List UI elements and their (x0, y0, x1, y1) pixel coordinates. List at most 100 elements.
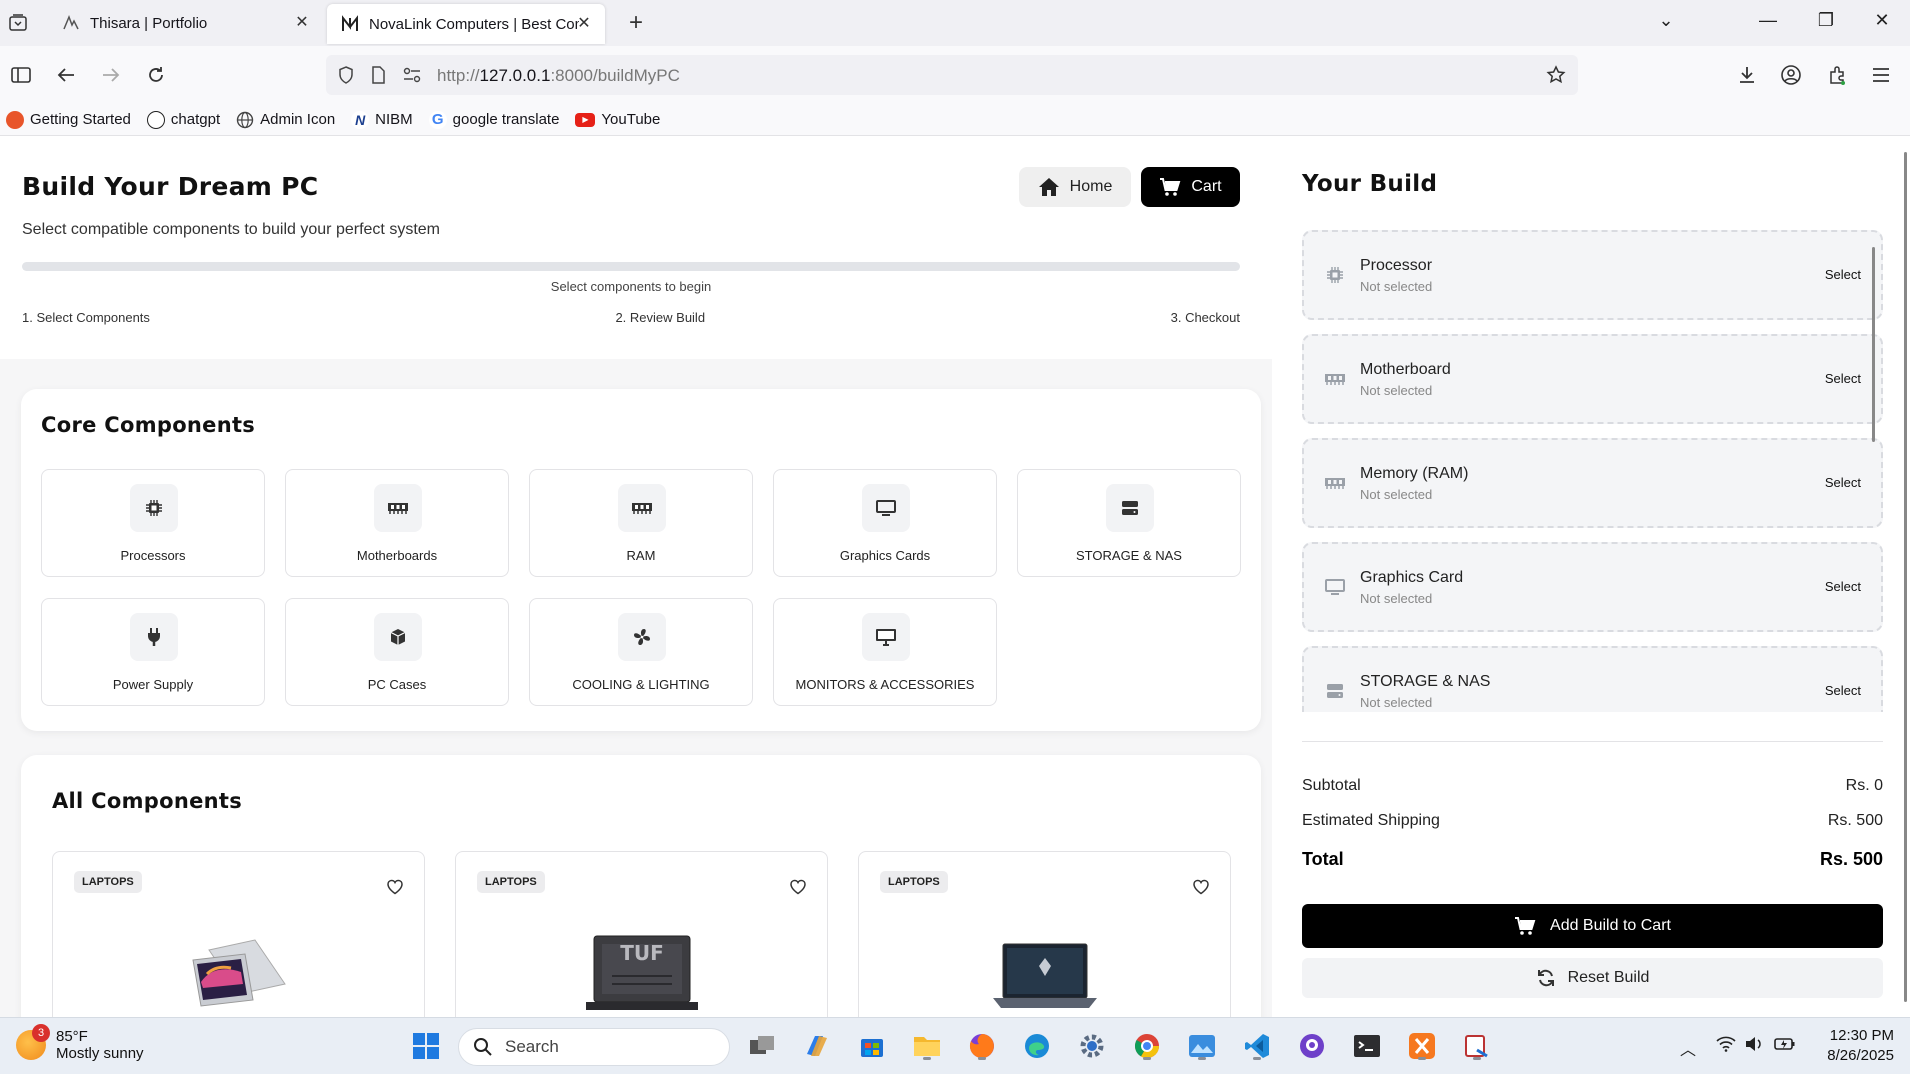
build-slot-processor[interactable]: Processor Not selected Select (1302, 230, 1883, 320)
slot-select-button[interactable]: Select (1825, 475, 1861, 490)
build-slot-storage[interactable]: STORAGE & NAS Not selected Select (1302, 646, 1883, 712)
battery-icon[interactable] (1774, 1036, 1796, 1057)
slot-select-button[interactable]: Select (1825, 579, 1861, 594)
build-slot-motherboard[interactable]: Motherboard Not selected Select (1302, 334, 1883, 424)
running-indicator (978, 1057, 986, 1060)
vscode-icon[interactable] (1241, 1030, 1273, 1062)
slot-name: Motherboard (1360, 361, 1451, 378)
start-button-icon[interactable] (410, 1030, 442, 1062)
system-clock[interactable]: 12:30 PM 8/26/2025 (1812, 1026, 1894, 1066)
task-view-icon[interactable] (746, 1030, 778, 1062)
build-slot-list[interactable]: Processor Not selected Select Motherboar… (1302, 230, 1883, 712)
category-monitors-accessories[interactable]: MONITORS & ACCESSORIES (773, 598, 997, 706)
reset-build-label: Reset Build (1567, 969, 1650, 986)
bookmark-chatgpt[interactable]: chatgpt (146, 110, 220, 129)
category-graphics-cards[interactable]: Graphics Cards (773, 469, 997, 577)
category-ram[interactable]: RAM (529, 469, 753, 577)
cart-button[interactable]: Cart (1141, 167, 1240, 207)
bookmark-nibm[interactable]: N NIBM (351, 110, 413, 129)
heart-icon[interactable] (386, 878, 404, 896)
photos-icon[interactable] (1186, 1030, 1218, 1062)
edge-icon[interactable] (1021, 1030, 1053, 1062)
bookmark-google-translate[interactable]: Ggoogle translate (428, 110, 559, 129)
slot-select-button[interactable]: Select (1825, 371, 1861, 386)
add-build-label: Add Build to Cart (1550, 917, 1671, 934)
build-slot-memory[interactable]: Memory (RAM) Not selected Select (1302, 438, 1883, 528)
bookmark-admin-icon[interactable]: Admin Icon (236, 111, 335, 129)
reload-icon[interactable] (143, 62, 169, 88)
category-label: Graphics Cards (839, 548, 931, 563)
product-card[interactable]: LAPTOPS (52, 851, 425, 1017)
volume-icon[interactable] (1744, 1036, 1764, 1057)
account-icon[interactable] (1778, 62, 1804, 88)
bookmark-star-icon[interactable] (1546, 65, 1566, 85)
permissions-icon[interactable] (402, 65, 422, 85)
file-explorer-icon[interactable] (911, 1030, 943, 1062)
category-processors[interactable]: Processors (41, 469, 265, 577)
shipping-value: Rs. 500 (1827, 812, 1883, 829)
shipping-label: Estimated Shipping (1302, 812, 1440, 829)
tab-title: Thisara | Portfolio (90, 14, 208, 32)
settings-icon[interactable] (1076, 1030, 1108, 1062)
url-text[interactable]: http://127.0.0.1:8000/buildMyPC (437, 66, 680, 86)
heart-icon[interactable] (789, 878, 807, 896)
url-bar[interactable]: http://127.0.0.1:8000/buildMyPC (326, 55, 1578, 95)
page-scrollbar[interactable] (1904, 152, 1907, 1002)
window-close-icon[interactable]: ✕ (1870, 10, 1894, 31)
back-icon[interactable] (53, 62, 79, 88)
bookmark-youtube[interactable]: ▶ YouTube (575, 111, 660, 128)
bookmark-label: Admin Icon (260, 111, 336, 128)
terminal-icon[interactable] (1351, 1030, 1383, 1062)
firefox-icon (6, 110, 24, 129)
firefox-icon[interactable] (966, 1030, 998, 1062)
microsoft-store-icon[interactable] (856, 1030, 888, 1062)
shield-icon[interactable] (336, 65, 356, 85)
weather-widget[interactable]: 3 85°F Mostly sunny (16, 1024, 144, 1062)
subtotal-label: Subtotal (1302, 777, 1361, 794)
product-card[interactable]: LAPTOPS TUF (455, 851, 828, 1017)
github-desktop-icon[interactable] (1296, 1030, 1328, 1062)
show-hidden-icons-chevron-icon[interactable]: ︿ (1680, 1036, 1696, 1060)
restore-icon[interactable]: ❐ (1814, 10, 1838, 31)
tab-portfolio[interactable]: Thisara | Portfolio ✕ (48, 0, 323, 46)
slot-select-button[interactable]: Select (1825, 683, 1861, 698)
slot-list-scrollbar[interactable] (1872, 247, 1875, 442)
minimize-icon[interactable]: — (1756, 10, 1780, 31)
slot-status: Not selected (1360, 279, 1433, 294)
extensions-icon[interactable] (1824, 62, 1850, 88)
heart-icon[interactable] (1192, 878, 1210, 896)
category-pc-cases[interactable]: PC Cases (285, 598, 509, 706)
tab-novalink[interactable]: NovaLink Computers | Best Computer Store… (327, 4, 605, 44)
chrome-icon[interactable] (1131, 1030, 1163, 1062)
tab-overflow-chevron-icon[interactable]: ⌄ (1654, 10, 1678, 31)
downloads-icon[interactable] (1734, 62, 1760, 88)
total-value: Rs. 500 (1819, 849, 1883, 869)
menu-icon[interactable] (1868, 62, 1894, 88)
slot-status: Not selected (1360, 383, 1433, 398)
product-card[interactable]: LAPTOPS (858, 851, 1231, 1017)
page-icon[interactable] (368, 65, 388, 85)
wifi-icon[interactable] (1716, 1036, 1736, 1057)
forward-icon[interactable] (98, 62, 124, 88)
bookmark-label: NIBM (375, 111, 413, 128)
sidebar-toggle-icon[interactable] (8, 62, 34, 88)
taskbar-search[interactable]: Search (458, 1028, 730, 1066)
build-slot-graphics-card[interactable]: Graphics Card Not selected Select (1302, 542, 1883, 632)
category-storage-nas[interactable]: STORAGE & NAS (1017, 469, 1241, 577)
tab-list-icon[interactable] (8, 13, 28, 33)
category-cooling-lighting[interactable]: COOLING & LIGHTING (529, 598, 753, 706)
category-motherboards[interactable]: Motherboards (285, 469, 509, 577)
slot-select-button[interactable]: Select (1825, 267, 1861, 282)
close-tab-icon[interactable]: ✕ (575, 15, 593, 33)
category-power-supply[interactable]: Power Supply (41, 598, 265, 706)
category-label: STORAGE & NAS (1076, 548, 1182, 563)
xampp-icon[interactable] (1406, 1030, 1438, 1062)
new-tab-icon[interactable]: + (624, 11, 648, 35)
close-tab-icon[interactable]: ✕ (293, 14, 311, 32)
reset-build-button[interactable]: Reset Build (1302, 958, 1883, 998)
bookmark-getting-started[interactable]: Getting Started (6, 110, 131, 129)
copilot-icon[interactable] (801, 1030, 833, 1062)
snipping-tool-icon[interactable] (1461, 1030, 1493, 1062)
home-button[interactable]: Home (1019, 167, 1131, 207)
add-build-to-cart-button[interactable]: Add Build to Cart (1302, 904, 1883, 948)
